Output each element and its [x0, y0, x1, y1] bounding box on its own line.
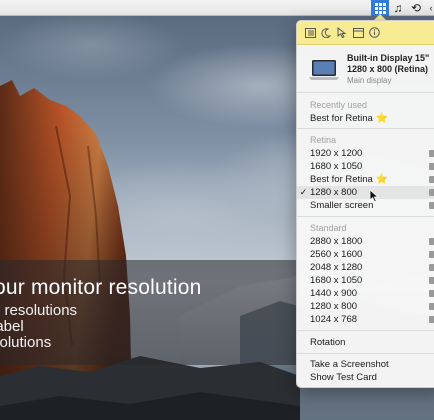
separator: [297, 216, 434, 217]
menu-item-label: Rotation: [310, 337, 346, 348]
section-heading-standard: Standard: [310, 223, 347, 233]
window-icon[interactable]: [351, 26, 365, 40]
menu-toolbar: [297, 21, 434, 45]
menu-item-label: 2560 x 1600: [310, 249, 363, 260]
menu-item-label: 1280 x 800: [310, 301, 358, 312]
hidpi-badge-icon: [429, 238, 434, 245]
star-icon: ⭐: [375, 113, 389, 124]
section-heading-retina: Retina: [310, 135, 337, 145]
menu-item-rotation[interactable]: Rotation: [297, 336, 434, 349]
menu-item-1440x900[interactable]: 1440 x 900: [297, 287, 434, 300]
menu-item-label: Best for Retina: [310, 113, 373, 124]
banner-line-3: solutions: [0, 334, 52, 351]
hidpi-badge-icon: [429, 264, 434, 271]
promo-banner: our monitor resolution d resolutions lab…: [0, 260, 300, 365]
banner-line-1: d resolutions: [0, 302, 78, 319]
banner-title: our monitor resolution: [0, 276, 202, 299]
menu-item-label: Best for Retina: [310, 174, 373, 185]
section-heading-recent: Recently used: [310, 100, 368, 110]
menu-item-label: 1680 x 1050: [310, 161, 363, 172]
hidpi-badge-icon: [429, 202, 434, 209]
separator: [297, 92, 434, 93]
menu-item-label: 2880 x 1800: [310, 236, 363, 247]
menu-item-label: 1024 x 768: [310, 314, 358, 325]
music-note-icon[interactable]: ♫: [391, 0, 405, 16]
hidpi-badge-icon: [429, 176, 434, 183]
menu-item-1280x800-selected[interactable]: ✓ 1280 x 800: [297, 186, 434, 199]
menu-item-label: 1280 x 800: [310, 187, 358, 198]
menu-item-smaller-screen[interactable]: Smaller screen: [297, 199, 434, 212]
menubar-overflow-icon[interactable]: ‹: [427, 0, 434, 16]
menu-item-1024x768[interactable]: 1024 x 768: [297, 313, 434, 326]
menu-bar: ♫ ⟲ ‹: [0, 0, 434, 16]
display-subtitle: Main display: [347, 76, 392, 85]
cursor-icon[interactable]: [335, 26, 349, 40]
menu-item-recent-best-for-retina[interactable]: Best for Retina ⭐: [297, 112, 434, 125]
display-mode: 1280 x 800 (Retina): [347, 64, 429, 74]
resolution-menu: Built-in Display 15" 1280 x 800 (Retina)…: [296, 20, 434, 388]
mouse-pointer-icon: [369, 189, 379, 203]
check-mark-icon: ✓: [299, 187, 308, 197]
menu-item-label: 1920 x 1200: [310, 148, 363, 159]
menu-item-label: Show Test Card: [310, 372, 377, 383]
hidpi-badge-icon: [429, 150, 434, 157]
moon-icon[interactable]: [319, 26, 333, 40]
star-icon: ⭐: [375, 174, 389, 185]
menu-item-1680x1050[interactable]: 1680 x 1050: [297, 160, 434, 173]
hidpi-badge-icon: [429, 251, 434, 258]
separator: [297, 353, 434, 354]
hidpi-badge-icon: [429, 277, 434, 284]
menu-item-label: Take a Screenshot: [310, 359, 389, 370]
menu-item-label: 1680 x 1050: [310, 275, 363, 286]
banner-line-2: label: [0, 318, 24, 335]
menu-item-best-for-retina[interactable]: Best for Retina ⭐: [297, 173, 434, 186]
laptop-icon: [309, 60, 339, 80]
menu-item-1280x800-standard[interactable]: 1280 x 800: [297, 300, 434, 313]
menu-item-2048x1280[interactable]: 2048 x 1280: [297, 261, 434, 274]
hidpi-badge-icon: [429, 189, 434, 196]
menu-item-1920x1200[interactable]: 1920 x 1200: [297, 147, 434, 160]
menu-item-take-screenshot[interactable]: Take a Screenshot: [297, 358, 434, 371]
menu-item-2560x1600[interactable]: 2560 x 1600: [297, 248, 434, 261]
separator: [297, 128, 434, 129]
hidpi-badge-icon: [429, 163, 434, 170]
hidpi-badge-icon: [429, 290, 434, 297]
info-icon[interactable]: [367, 26, 381, 40]
hidpi-badge-icon: [429, 303, 434, 310]
display-name: Built-in Display 15": [347, 53, 430, 63]
separator: [297, 330, 434, 331]
menu-item-label: Smaller screen: [310, 200, 374, 211]
menu-item-1680x1050-standard[interactable]: 1680 x 1050: [297, 274, 434, 287]
menu-item-2880x1800[interactable]: 2880 x 1800: [297, 235, 434, 248]
menu-item-label: 2048 x 1280: [310, 262, 363, 273]
list-icon[interactable]: [303, 26, 317, 40]
hidpi-badge-icon: [429, 316, 434, 323]
time-machine-icon[interactable]: ⟲: [408, 0, 424, 16]
menu-item-label: 1440 x 900: [310, 288, 358, 299]
menu-item-show-test-card[interactable]: Show Test Card: [297, 371, 434, 384]
